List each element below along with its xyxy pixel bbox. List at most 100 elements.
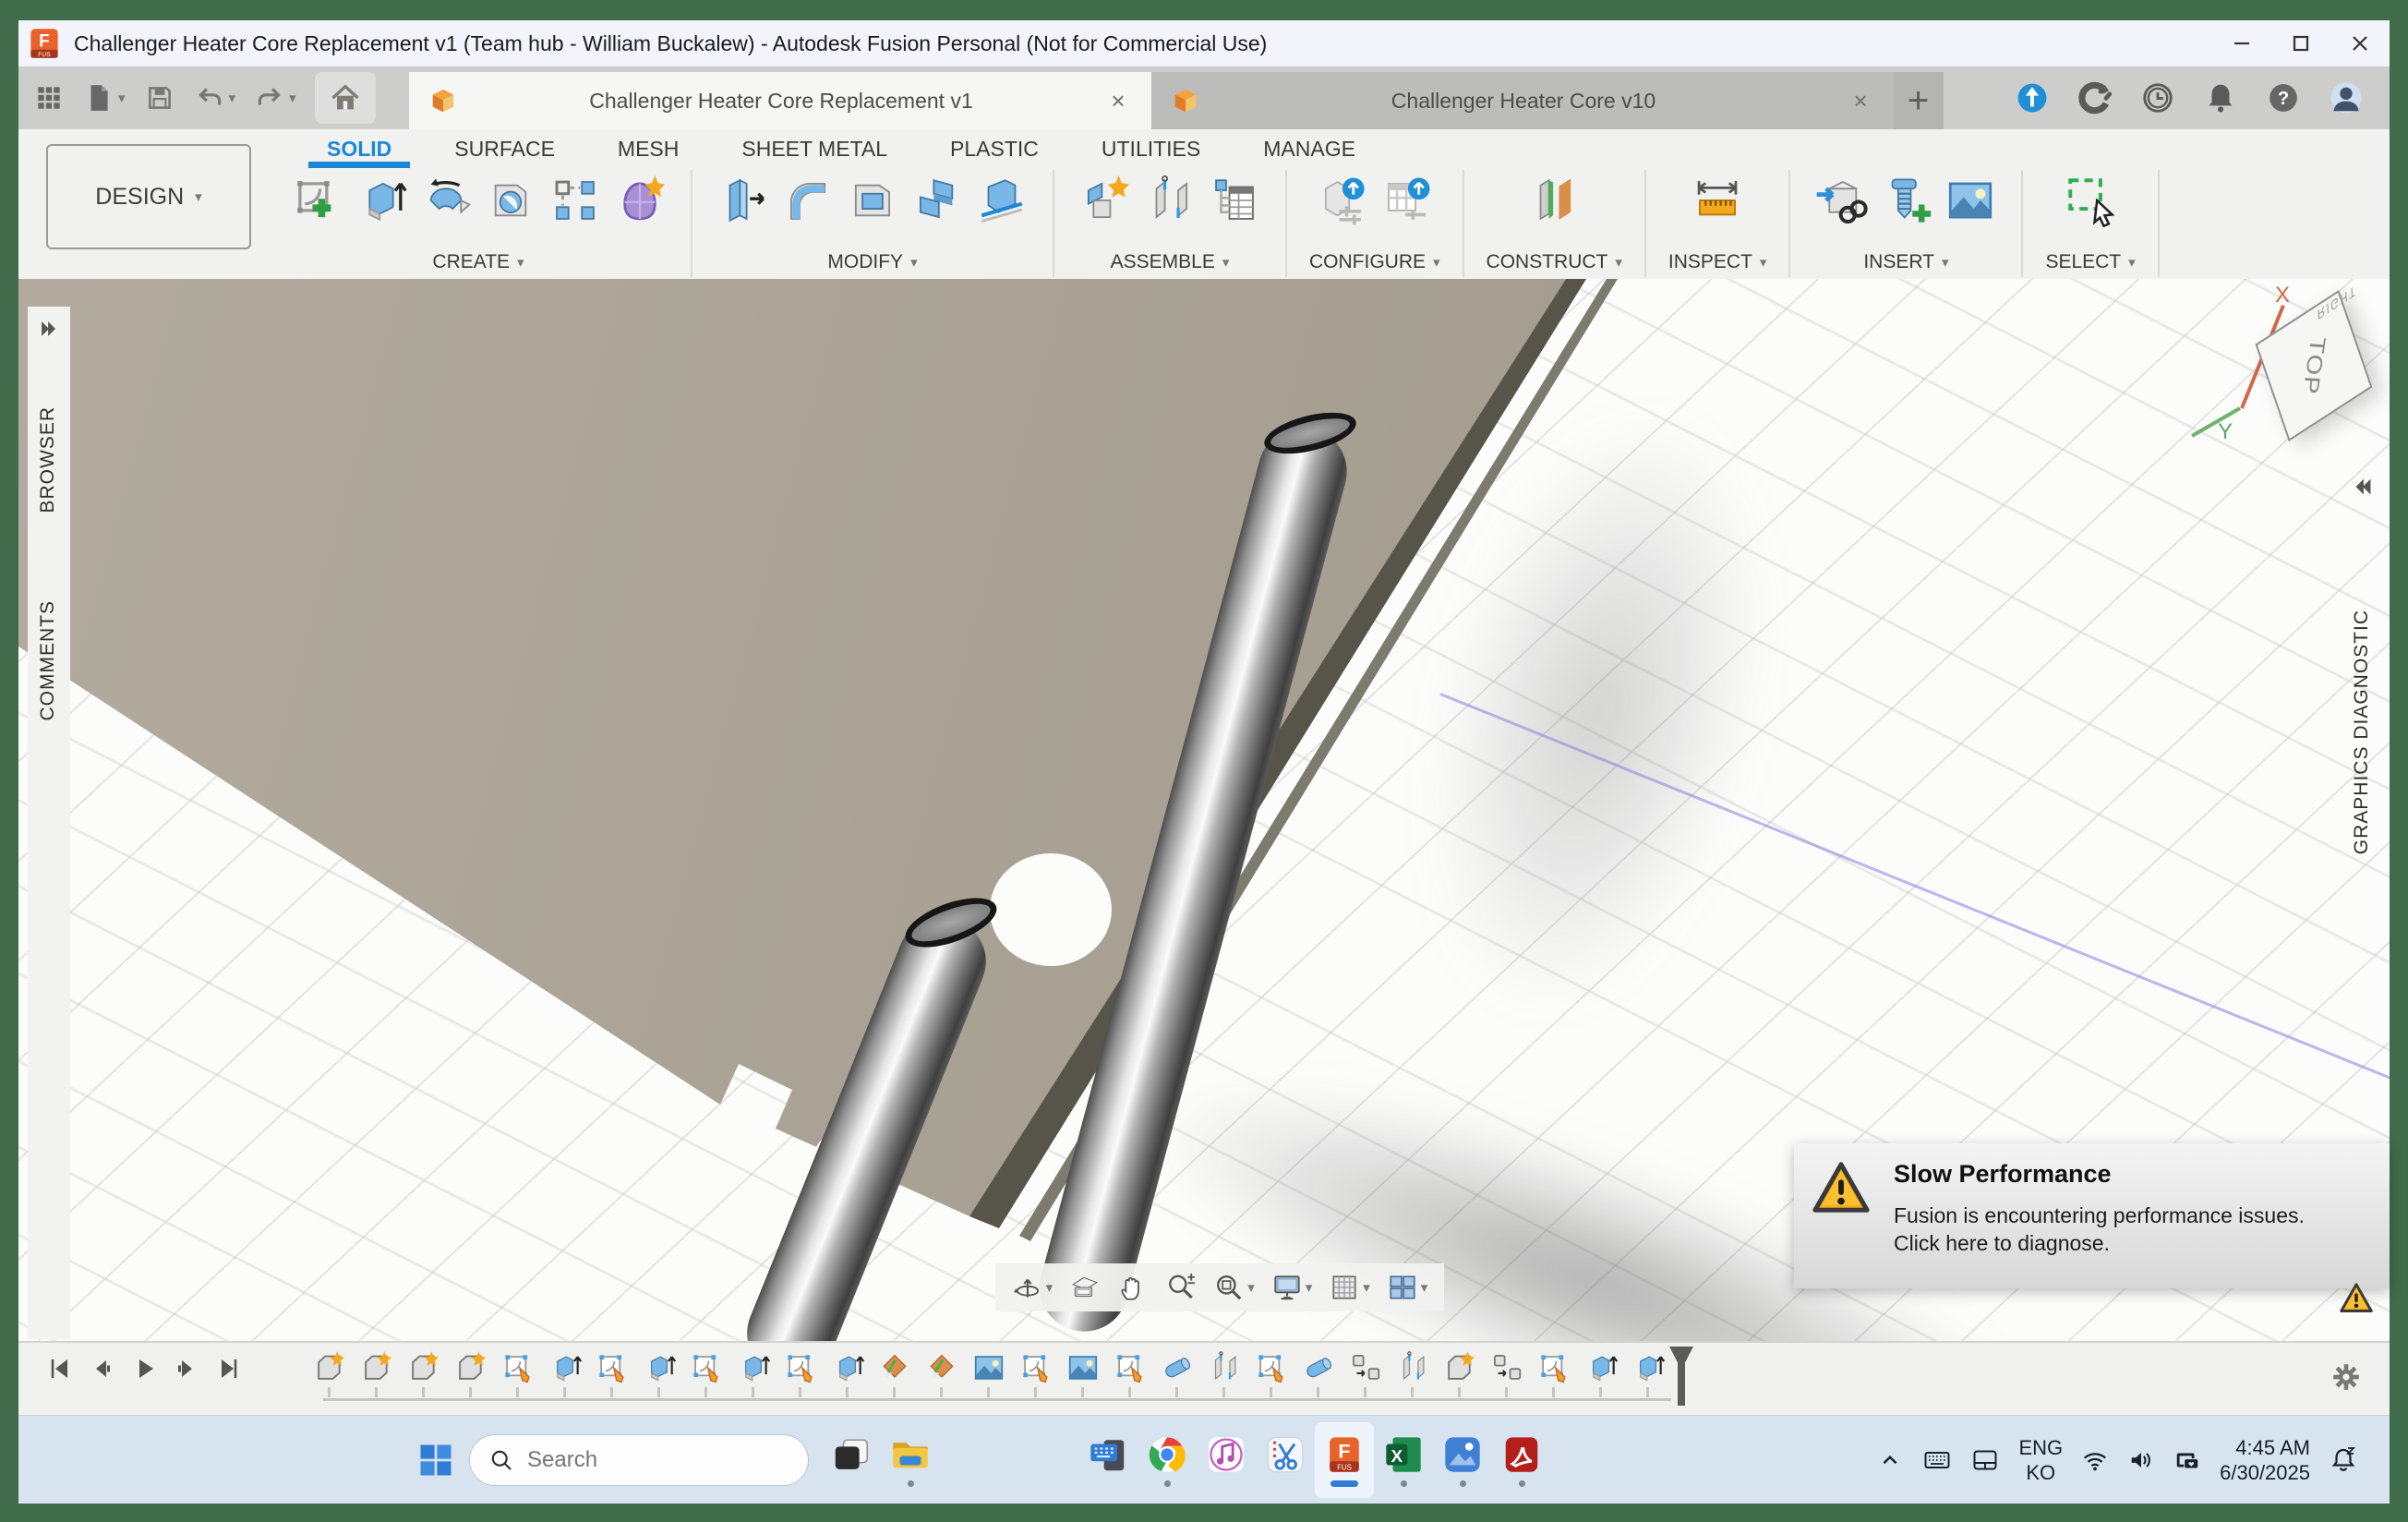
graphics-diagnostic-tab[interactable]: GRAPHICS DIAGNOSTIC	[2351, 610, 2378, 854]
go-to-end-button[interactable]	[214, 1354, 244, 1383]
timeline-feature-sketch[interactable]	[595, 1350, 630, 1385]
viewports-icon[interactable]: ▾	[1380, 1272, 1435, 1303]
timeline-feature-joint[interactable]	[1207, 1350, 1242, 1385]
timeline-feature-extrude[interactable]	[1631, 1350, 1666, 1385]
fusion-taskbar-button[interactable]: FFUS	[1315, 1422, 1374, 1498]
timeline-feature-plane[interactable]	[877, 1350, 912, 1385]
close-tab-icon[interactable]: ×	[1848, 87, 1872, 115]
form-icon[interactable]	[611, 172, 668, 229]
tray-expand-icon[interactable]	[1876, 1446, 1904, 1474]
undo-button[interactable]: ▾	[194, 82, 236, 114]
play-button[interactable]	[129, 1354, 159, 1383]
timeline-feature-component[interactable]	[1442, 1350, 1477, 1385]
view-cube-face[interactable]: TOP	[2256, 290, 2373, 441]
language-indicator[interactable]: ENG KO	[2018, 1435, 2063, 1485]
extrude-icon[interactable]	[353, 172, 410, 229]
redo-button[interactable]: ▾	[254, 82, 296, 114]
touch-keyboard-icon[interactable]	[1922, 1445, 1952, 1475]
excel-taskbar-button[interactable]: X	[1374, 1422, 1433, 1498]
ribbon-tab-manage[interactable]: MANAGE	[1232, 129, 1387, 168]
ribbon-tab-solid[interactable]: SOLID	[295, 129, 423, 168]
search-input[interactable]	[525, 1446, 760, 1474]
timeline-feature-sketch[interactable]	[783, 1350, 818, 1385]
close-tab-icon[interactable]: ×	[1105, 87, 1130, 115]
fillet-icon[interactable]	[779, 172, 837, 229]
fit-icon[interactable]: ▾	[1207, 1272, 1261, 1303]
new-tab-button[interactable]: +	[1894, 72, 1944, 129]
timeline-feature-sketch[interactable]	[1536, 1350, 1571, 1385]
create-sketch-icon[interactable]	[288, 172, 345, 229]
timeline-feature-component[interactable]	[312, 1350, 347, 1385]
file-button[interactable]: ▾	[83, 82, 126, 114]
timeline-feature-move[interactable]	[1489, 1350, 1524, 1385]
timeline-feature-extrude[interactable]	[642, 1350, 677, 1385]
timeline-settings-gear-icon[interactable]	[2330, 1361, 2362, 1393]
document-tab[interactable]: Challenger Heater Core v10×	[1151, 72, 1894, 129]
cast-sync-icon[interactable]	[2173, 1446, 2201, 1474]
toolbar-group-label[interactable]: INSPECT▾	[1668, 251, 1767, 273]
look-at-icon[interactable]	[1063, 1272, 1107, 1303]
job-status-icon[interactable]	[2140, 80, 2175, 115]
select-window-icon[interactable]	[2062, 172, 2119, 229]
document-tab[interactable]: Challenger Heater Core Replacement v1×	[409, 72, 1151, 129]
timeline-feature-sketch[interactable]	[500, 1350, 536, 1385]
help-icon[interactable]: ?	[2266, 80, 2301, 115]
toolbar-group-label[interactable]: CONSTRUCT▾	[1487, 251, 1622, 273]
view-cube[interactable]: TOP RIGHT X Y	[2225, 288, 2390, 459]
orbit-icon[interactable]: ▾	[1005, 1272, 1060, 1303]
pattern-icon[interactable]	[547, 172, 604, 229]
configuration-icon[interactable]	[1314, 172, 1371, 229]
toolbar-group-label[interactable]: SELECT▾	[2045, 251, 2135, 273]
itunes-taskbar-button[interactable]	[1197, 1422, 1256, 1498]
insert-canvas-icon[interactable]	[1942, 172, 1999, 229]
new-component-icon[interactable]	[1077, 172, 1134, 229]
plugins-icon[interactable]	[2077, 80, 2113, 115]
file-explorer-taskbar-button[interactable]	[881, 1422, 940, 1498]
photos-taskbar-button[interactable]	[1433, 1422, 1492, 1498]
comments-panel-tab[interactable]: COMMENTS	[37, 600, 59, 721]
joint-icon[interactable]	[1141, 172, 1198, 229]
avatar-icon[interactable]	[2329, 80, 2364, 115]
minimize-button[interactable]	[2212, 20, 2271, 66]
step-forward-button[interactable]	[172, 1354, 201, 1383]
phone-link-taskbar-button[interactable]	[1078, 1422, 1138, 1498]
timeline-feature-joint[interactable]	[1395, 1350, 1430, 1385]
browser-panel-tab[interactable]: BROWSER	[37, 406, 59, 513]
ribbon-tab-mesh[interactable]: MESH	[586, 129, 710, 168]
timeline-feature-sketch[interactable]	[1018, 1350, 1054, 1385]
measure-icon[interactable]	[1689, 172, 1746, 229]
timeline-feature-extrude[interactable]	[548, 1350, 583, 1385]
windows-start-button[interactable]	[415, 1440, 456, 1480]
insert-fastener-icon[interactable]	[1877, 172, 1934, 229]
timeline-feature-move[interactable]	[1348, 1350, 1383, 1385]
touchpad-icon[interactable]	[1970, 1445, 2000, 1475]
toolbar-group-label[interactable]: ASSEMBLE▾	[1111, 251, 1230, 273]
grid-and-snaps-icon[interactable]: ▾	[1322, 1272, 1377, 1303]
display-settings-icon[interactable]: ▾	[1265, 1272, 1319, 1303]
timeline-feature-plane[interactable]	[924, 1350, 959, 1385]
slow-performance-toast[interactable]: Slow Performance Fusion is encountering …	[1794, 1143, 2390, 1288]
go-to-start-button[interactable]	[44, 1354, 74, 1383]
task-view-taskbar-button[interactable]	[822, 1422, 881, 1498]
split-body-icon[interactable]	[973, 172, 1030, 229]
timeline-feature-canvas[interactable]	[1066, 1350, 1101, 1385]
shell-icon[interactable]	[844, 172, 901, 229]
timeline-feature-cylinder[interactable]	[1301, 1350, 1336, 1385]
ribbon-tab-surface[interactable]: SURFACE	[423, 129, 586, 168]
bom-icon[interactable]	[1206, 172, 1263, 229]
notifications-icon[interactable]	[2203, 80, 2238, 115]
chrome-taskbar-button[interactable]	[1138, 1422, 1197, 1498]
timeline-playhead[interactable]	[1669, 1347, 1693, 1406]
toolbar-group-label[interactable]: INSERT▾	[1863, 251, 1948, 273]
timeline-feature-cylinder[interactable]	[1160, 1350, 1195, 1385]
ribbon-tab-utilities[interactable]: UTILITIES	[1070, 129, 1232, 168]
extensions-icon[interactable]	[2015, 80, 2050, 115]
timeline-feature-component[interactable]	[406, 1350, 441, 1385]
timeline-feature-extrude[interactable]	[736, 1350, 771, 1385]
toolbar-group-label[interactable]: MODIFY▾	[827, 251, 917, 273]
step-back-button[interactable]	[87, 1354, 116, 1383]
timeline-feature-sketch[interactable]	[1254, 1350, 1289, 1385]
pan-icon[interactable]	[1111, 1272, 1155, 1303]
app-grid-button[interactable]	[33, 82, 65, 114]
combine-icon[interactable]	[909, 172, 966, 229]
